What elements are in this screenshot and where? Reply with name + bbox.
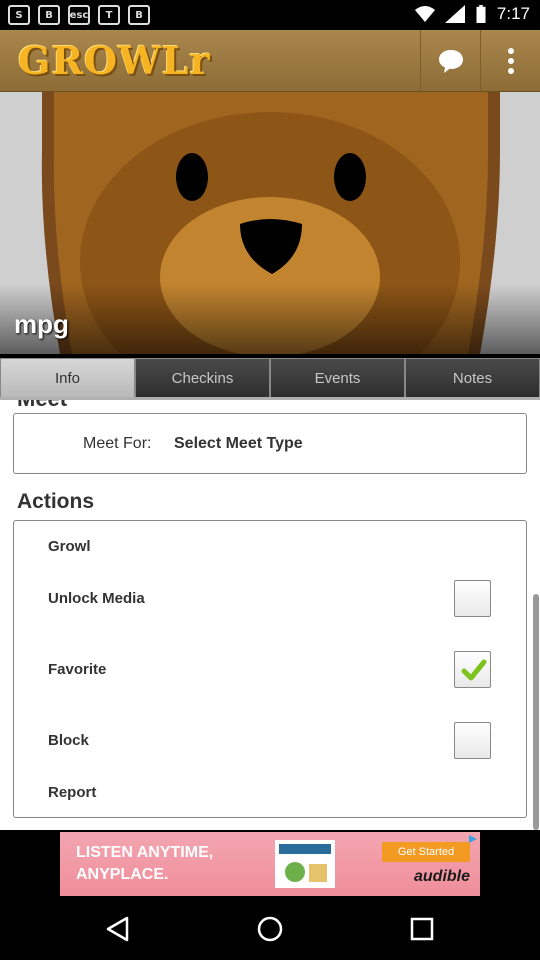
tab-info[interactable]: Info bbox=[0, 358, 135, 398]
notif-icon-4: T bbox=[98, 5, 120, 25]
tab-notes[interactable]: Notes bbox=[405, 358, 540, 398]
checkmark-icon bbox=[461, 659, 487, 681]
growlr-logo: GROWLr bbox=[18, 38, 211, 83]
profile-photo[interactable]: mpg bbox=[0, 92, 540, 354]
recents-icon[interactable] bbox=[407, 914, 437, 944]
overflow-menu-button[interactable] bbox=[480, 30, 540, 92]
actions-title: Actions bbox=[17, 490, 95, 513]
notification-icons: S B esc T B bbox=[8, 5, 150, 25]
favorite-checkbox[interactable] bbox=[454, 651, 491, 688]
home-icon[interactable] bbox=[255, 914, 285, 944]
scrollbar[interactable] bbox=[533, 594, 539, 830]
battery-icon bbox=[476, 5, 486, 23]
profile-tabs: Info Checkins Events Notes bbox=[0, 358, 540, 400]
back-icon[interactable] bbox=[103, 914, 133, 944]
audible-logo: audible bbox=[414, 868, 471, 885]
report-action[interactable]: Report bbox=[48, 784, 96, 801]
block-label: Block bbox=[48, 732, 89, 749]
favorite-label: Favorite bbox=[48, 661, 107, 678]
notif-icon-5: B bbox=[128, 5, 150, 25]
tab-events[interactable]: Events bbox=[270, 358, 405, 398]
unlock-media-label: Unlock Media bbox=[48, 590, 145, 607]
info-content[interactable]: Meet Meet For: Select Meet Type Actions … bbox=[0, 400, 540, 830]
block-checkbox[interactable] bbox=[454, 722, 491, 759]
adchoices-icon[interactable] bbox=[468, 834, 478, 844]
meet-section-title: Meet bbox=[17, 400, 67, 412]
signal-icon bbox=[444, 5, 465, 23]
overflow-menu-icon bbox=[507, 48, 514, 74]
profile-name: mpg bbox=[14, 309, 69, 339]
actions-panel: Growl Unlock Media Favorite Block Report bbox=[13, 520, 527, 818]
audible-ad-banner[interactable]: LISTEN ANYTIME, ANYPLACE. Get Started au… bbox=[60, 832, 480, 896]
book-cover-image bbox=[275, 840, 335, 888]
status-bar: S B esc T B 7:17 bbox=[0, 0, 540, 30]
ad-headline: LISTEN ANYTIME, ANYPLACE. bbox=[76, 844, 214, 883]
meet-type-selector[interactable]: Meet For: Select Meet Type bbox=[13, 413, 527, 474]
app-bar: GROWLr bbox=[0, 30, 540, 92]
system-nav-bar bbox=[0, 898, 540, 960]
clock: 7:17 bbox=[496, 4, 530, 23]
ad-area: LISTEN ANYTIME, ANYPLACE. Get Started au… bbox=[0, 830, 540, 898]
meet-type-value: Select Meet Type bbox=[174, 435, 303, 452]
growl-action[interactable]: Growl bbox=[48, 538, 91, 555]
get-started-button[interactable]: Get Started bbox=[382, 842, 470, 862]
notif-icon-3: esc bbox=[68, 5, 90, 25]
wifi-icon bbox=[414, 6, 435, 22]
chat-button[interactable] bbox=[420, 30, 480, 92]
notif-icon-2: B bbox=[38, 5, 60, 25]
meet-for-label: Meet For: bbox=[83, 435, 152, 452]
chat-bubble-icon bbox=[438, 50, 463, 73]
notif-icon-1: S bbox=[8, 5, 30, 25]
photo-shade bbox=[0, 284, 540, 354]
unlock-media-checkbox[interactable] bbox=[454, 580, 491, 617]
tab-checkins[interactable]: Checkins bbox=[135, 358, 270, 398]
